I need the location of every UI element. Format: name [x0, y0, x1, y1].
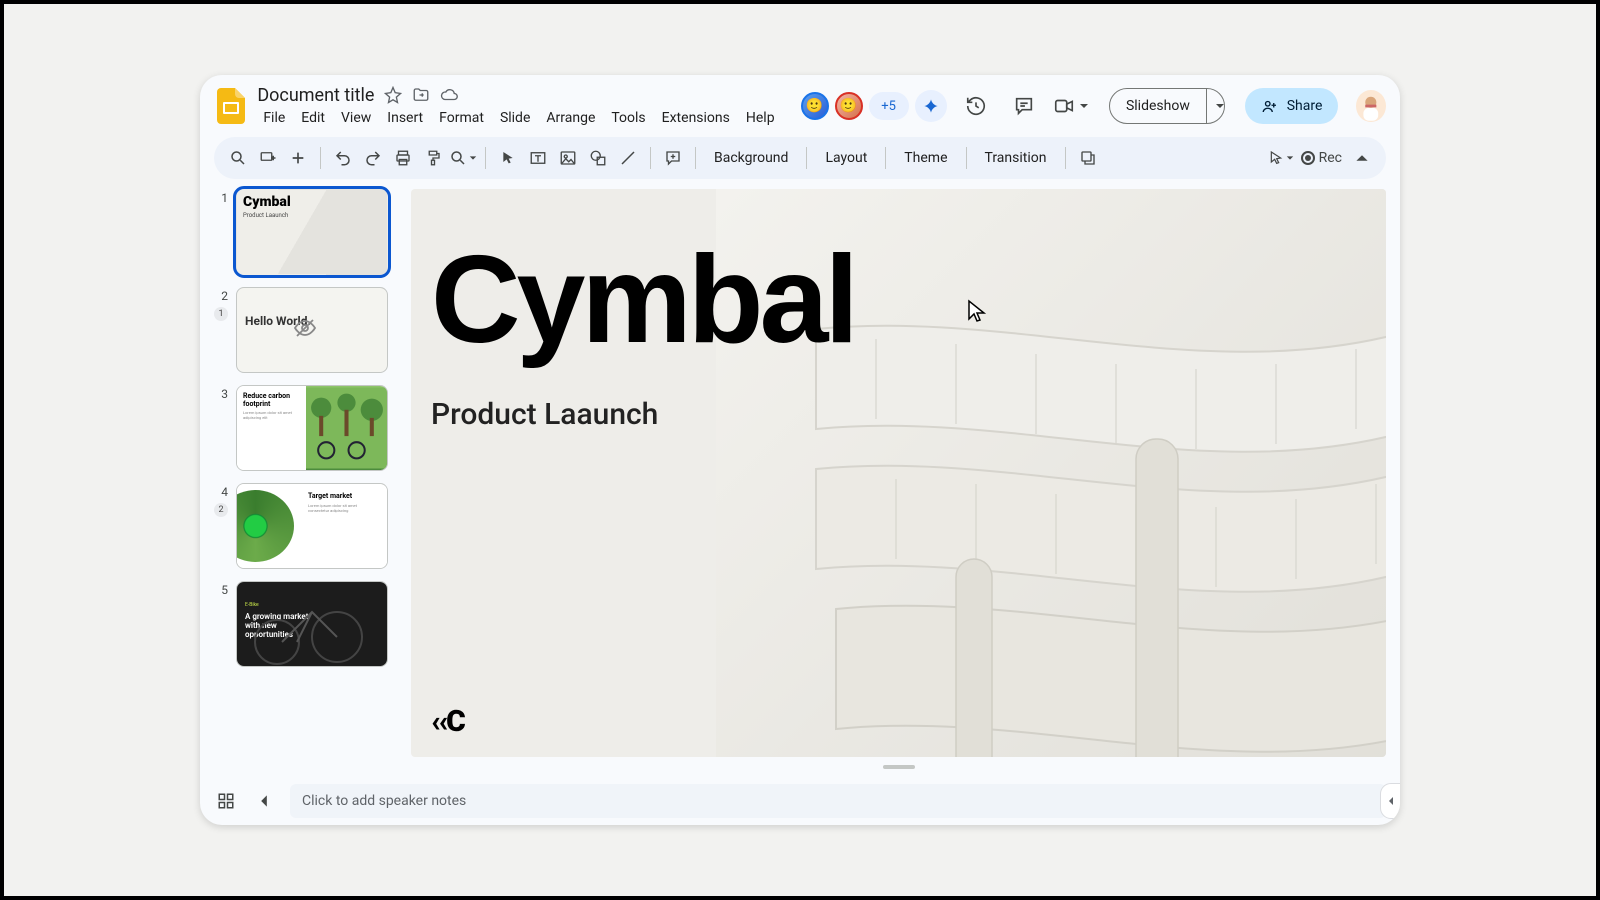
- menu-arrange[interactable]: Arrange: [540, 108, 601, 128]
- image-icon[interactable]: [554, 144, 582, 172]
- menu-slide[interactable]: Slide: [494, 108, 536, 128]
- print-icon[interactable]: [389, 144, 417, 172]
- notes-resize-handle[interactable]: [883, 765, 915, 769]
- hidden-slide-icon: [293, 316, 317, 344]
- new-slide-layout-icon[interactable]: [254, 144, 282, 172]
- app-window: Document title File Edit View Insert For…: [200, 75, 1400, 825]
- menu-extensions[interactable]: Extensions: [656, 108, 736, 128]
- move-folder-icon[interactable]: [412, 86, 430, 104]
- search-menus-icon[interactable]: [224, 144, 252, 172]
- new-slide-icon[interactable]: [284, 144, 312, 172]
- background-button[interactable]: Background: [704, 150, 798, 166]
- slide-subtitle[interactable]: Product Laaunch: [431, 397, 658, 432]
- collaborator-avatar-2[interactable]: 🙂: [835, 92, 863, 120]
- collaborator-avatar-1[interactable]: 🙂: [801, 92, 829, 120]
- slide-number: 3: [214, 385, 228, 401]
- zoom-icon[interactable]: [449, 144, 477, 172]
- thumb-title: Cymbal: [243, 194, 291, 210]
- slide-logo-mark: ‹‹C: [431, 704, 464, 739]
- slide-thumb-3[interactable]: Reduce carbon footprintLorem ipsum dolor…: [236, 385, 388, 471]
- slideshow-dropdown-icon[interactable]: [1206, 89, 1225, 123]
- shape-icon[interactable]: [584, 144, 612, 172]
- collaborator-count[interactable]: +5: [869, 92, 909, 120]
- star-icon[interactable]: [384, 86, 402, 104]
- slide-canvas[interactable]: Cymbal Product Laaunch ‹‹C: [411, 189, 1386, 757]
- menu-bar: File Edit View Insert Format Slide Arran…: [257, 108, 780, 128]
- menu-edit[interactable]: Edit: [295, 108, 331, 128]
- slideshow-button[interactable]: Slideshow: [1109, 88, 1225, 124]
- line-icon[interactable]: [614, 144, 642, 172]
- thumb-title: Target market: [308, 492, 379, 500]
- thumb-comment-badge[interactable]: 1: [214, 307, 228, 321]
- slide-title[interactable]: Cymbal: [431, 229, 855, 371]
- bottom-bar: Click to add speaker notes: [200, 777, 1400, 825]
- thumb-subtitle: Product Laaunch: [243, 212, 288, 219]
- toolbar: Background Layout Theme Transition Rec: [214, 137, 1386, 179]
- slide-number: 5: [214, 581, 228, 597]
- share-people-icon: [1261, 97, 1279, 115]
- apps-script-icon[interactable]: [1074, 144, 1102, 172]
- rec-button[interactable]: Rec: [1297, 144, 1346, 172]
- select-tool-icon[interactable]: [494, 144, 522, 172]
- comments-icon[interactable]: [1013, 94, 1035, 118]
- document-title[interactable]: Document title: [257, 85, 374, 106]
- slide-thumb-2[interactable]: Hello World.: [236, 287, 388, 373]
- filmstrip: 1 Cymbal Product Laaunch 2 1 Hello World.…: [214, 189, 399, 777]
- collapse-toolbar-icon[interactable]: [1348, 144, 1376, 172]
- menu-format[interactable]: Format: [433, 108, 490, 128]
- add-comment-icon[interactable]: [659, 144, 687, 172]
- account-avatar[interactable]: [1356, 90, 1386, 122]
- thumb-title: Reduce carbon footprint: [243, 392, 300, 408]
- redo-icon[interactable]: [359, 144, 387, 172]
- slide-number: 4: [214, 483, 228, 499]
- undo-icon[interactable]: [329, 144, 357, 172]
- history-icon[interactable]: [965, 94, 987, 118]
- titlebar: Document title File Edit View Insert For…: [200, 75, 1400, 137]
- share-label: Share: [1287, 98, 1323, 114]
- transition-button[interactable]: Transition: [975, 150, 1057, 166]
- paint-format-icon[interactable]: [419, 144, 447, 172]
- cloud-status-icon[interactable]: [440, 86, 458, 104]
- thumb-comment-badge[interactable]: 2: [214, 503, 228, 517]
- slide-thumb-1[interactable]: Cymbal Product Laaunch: [236, 189, 388, 275]
- layout-button[interactable]: Layout: [815, 150, 877, 166]
- menu-view[interactable]: View: [335, 108, 377, 128]
- slideshow-label: Slideshow: [1110, 98, 1206, 114]
- menu-help[interactable]: Help: [740, 108, 781, 128]
- slide-number: 1: [214, 189, 228, 205]
- pointer-mode-icon[interactable]: [1267, 144, 1295, 172]
- slide-thumb-5[interactable]: E-Bike A growing market with new opportu…: [236, 581, 388, 667]
- meet-button[interactable]: [1053, 95, 1089, 117]
- slide-number: 2: [214, 287, 228, 303]
- grid-view-icon[interactable]: [214, 789, 238, 813]
- menu-insert[interactable]: Insert: [381, 108, 429, 128]
- theme-button[interactable]: Theme: [894, 150, 957, 166]
- slide-thumb-4[interactable]: Target marketLorem ipsum dolor sit amet …: [236, 483, 388, 569]
- menu-tools[interactable]: Tools: [605, 108, 651, 128]
- collaborator-avatars: 🙂 🙂 +5: [801, 90, 947, 122]
- share-button[interactable]: Share: [1245, 88, 1339, 124]
- slides-logo-icon[interactable]: [214, 88, 247, 124]
- cursor-icon: [967, 299, 987, 323]
- menu-file[interactable]: File: [257, 108, 291, 128]
- speaker-notes-input[interactable]: Click to add speaker notes: [290, 784, 1386, 818]
- textbox-icon[interactable]: [524, 144, 552, 172]
- speaker-notes-placeholder: Click to add speaker notes: [302, 793, 466, 809]
- prev-slide-icon[interactable]: [252, 789, 276, 813]
- side-panel-toggle-icon[interactable]: [1380, 783, 1400, 819]
- gemini-icon[interactable]: [915, 90, 947, 122]
